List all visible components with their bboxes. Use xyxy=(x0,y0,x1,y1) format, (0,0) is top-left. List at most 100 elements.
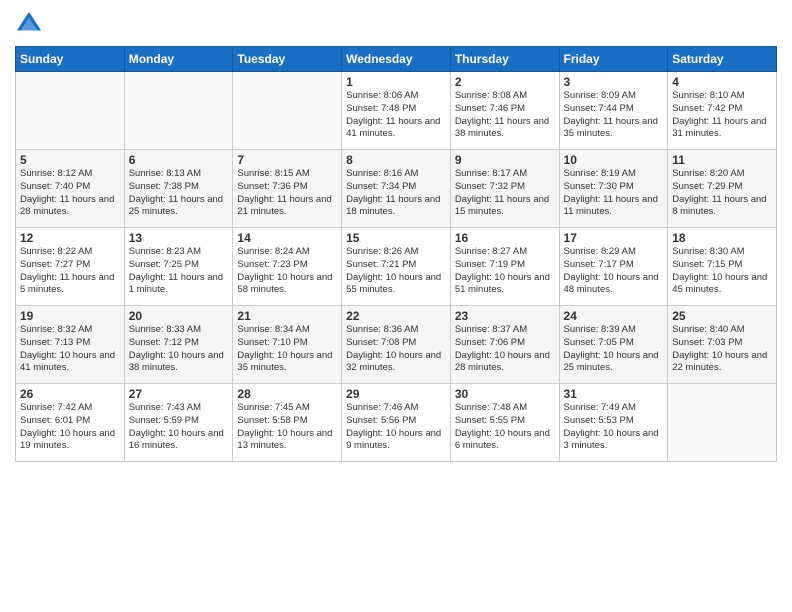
calendar-cell: 26Sunrise: 7:42 AM Sunset: 6:01 PM Dayli… xyxy=(16,384,125,462)
calendar-cell: 15Sunrise: 8:26 AM Sunset: 7:21 PM Dayli… xyxy=(342,228,451,306)
day-number: 3 xyxy=(564,75,664,89)
day-info: Sunrise: 8:26 AM Sunset: 7:21 PM Dayligh… xyxy=(346,246,446,297)
calendar-cell: 16Sunrise: 8:27 AM Sunset: 7:19 PM Dayli… xyxy=(450,228,559,306)
day-info: Sunrise: 8:15 AM Sunset: 7:36 PM Dayligh… xyxy=(237,168,337,219)
day-number: 1 xyxy=(346,75,446,89)
calendar-cell: 7Sunrise: 8:15 AM Sunset: 7:36 PM Daylig… xyxy=(233,150,342,228)
day-number: 22 xyxy=(346,309,446,323)
calendar-cell: 8Sunrise: 8:16 AM Sunset: 7:34 PM Daylig… xyxy=(342,150,451,228)
day-number: 30 xyxy=(455,387,555,401)
calendar-week-3: 12Sunrise: 8:22 AM Sunset: 7:27 PM Dayli… xyxy=(16,228,777,306)
day-info: Sunrise: 7:49 AM Sunset: 5:53 PM Dayligh… xyxy=(564,402,664,453)
day-number: 4 xyxy=(672,75,772,89)
day-info: Sunrise: 8:17 AM Sunset: 7:32 PM Dayligh… xyxy=(455,168,555,219)
day-info: Sunrise: 8:32 AM Sunset: 7:13 PM Dayligh… xyxy=(20,324,120,375)
generalblue-icon xyxy=(15,10,43,38)
day-info: Sunrise: 8:37 AM Sunset: 7:06 PM Dayligh… xyxy=(455,324,555,375)
calendar-cell: 17Sunrise: 8:29 AM Sunset: 7:17 PM Dayli… xyxy=(559,228,668,306)
day-info: Sunrise: 8:12 AM Sunset: 7:40 PM Dayligh… xyxy=(20,168,120,219)
calendar-cell: 25Sunrise: 8:40 AM Sunset: 7:03 PM Dayli… xyxy=(668,306,777,384)
calendar-cell: 4Sunrise: 8:10 AM Sunset: 7:42 PM Daylig… xyxy=(668,72,777,150)
day-info: Sunrise: 7:46 AM Sunset: 5:56 PM Dayligh… xyxy=(346,402,446,453)
day-number: 15 xyxy=(346,231,446,245)
day-number: 18 xyxy=(672,231,772,245)
calendar-cell: 30Sunrise: 7:48 AM Sunset: 5:55 PM Dayli… xyxy=(450,384,559,462)
weekday-header-monday: Monday xyxy=(124,47,233,72)
calendar-cell: 23Sunrise: 8:37 AM Sunset: 7:06 PM Dayli… xyxy=(450,306,559,384)
calendar-cell: 1Sunrise: 8:06 AM Sunset: 7:48 PM Daylig… xyxy=(342,72,451,150)
day-number: 29 xyxy=(346,387,446,401)
calendar-cell: 24Sunrise: 8:39 AM Sunset: 7:05 PM Dayli… xyxy=(559,306,668,384)
day-number: 5 xyxy=(20,153,120,167)
weekday-header-tuesday: Tuesday xyxy=(233,47,342,72)
calendar-cell: 3Sunrise: 8:09 AM Sunset: 7:44 PM Daylig… xyxy=(559,72,668,150)
day-info: Sunrise: 8:06 AM Sunset: 7:48 PM Dayligh… xyxy=(346,90,446,141)
calendar-cell: 31Sunrise: 7:49 AM Sunset: 5:53 PM Dayli… xyxy=(559,384,668,462)
day-number: 14 xyxy=(237,231,337,245)
calendar-cell: 14Sunrise: 8:24 AM Sunset: 7:23 PM Dayli… xyxy=(233,228,342,306)
calendar-week-5: 26Sunrise: 7:42 AM Sunset: 6:01 PM Dayli… xyxy=(16,384,777,462)
calendar-week-1: 1Sunrise: 8:06 AM Sunset: 7:48 PM Daylig… xyxy=(16,72,777,150)
day-info: Sunrise: 8:30 AM Sunset: 7:15 PM Dayligh… xyxy=(672,246,772,297)
calendar-cell: 29Sunrise: 7:46 AM Sunset: 5:56 PM Dayli… xyxy=(342,384,451,462)
calendar-cell xyxy=(233,72,342,150)
calendar-week-2: 5Sunrise: 8:12 AM Sunset: 7:40 PM Daylig… xyxy=(16,150,777,228)
calendar-cell: 11Sunrise: 8:20 AM Sunset: 7:29 PM Dayli… xyxy=(668,150,777,228)
day-number: 12 xyxy=(20,231,120,245)
day-info: Sunrise: 8:34 AM Sunset: 7:10 PM Dayligh… xyxy=(237,324,337,375)
day-number: 16 xyxy=(455,231,555,245)
day-info: Sunrise: 8:19 AM Sunset: 7:30 PM Dayligh… xyxy=(564,168,664,219)
day-number: 31 xyxy=(564,387,664,401)
day-info: Sunrise: 8:09 AM Sunset: 7:44 PM Dayligh… xyxy=(564,90,664,141)
day-number: 19 xyxy=(20,309,120,323)
day-number: 28 xyxy=(237,387,337,401)
calendar-cell: 20Sunrise: 8:33 AM Sunset: 7:12 PM Dayli… xyxy=(124,306,233,384)
day-number: 9 xyxy=(455,153,555,167)
calendar-cell: 18Sunrise: 8:30 AM Sunset: 7:15 PM Dayli… xyxy=(668,228,777,306)
day-info: Sunrise: 8:29 AM Sunset: 7:17 PM Dayligh… xyxy=(564,246,664,297)
day-info: Sunrise: 7:43 AM Sunset: 5:59 PM Dayligh… xyxy=(129,402,229,453)
header xyxy=(15,10,777,38)
day-info: Sunrise: 7:45 AM Sunset: 5:58 PM Dayligh… xyxy=(237,402,337,453)
day-info: Sunrise: 8:36 AM Sunset: 7:08 PM Dayligh… xyxy=(346,324,446,375)
logo xyxy=(15,10,47,38)
weekday-header-sunday: Sunday xyxy=(16,47,125,72)
calendar-cell: 27Sunrise: 7:43 AM Sunset: 5:59 PM Dayli… xyxy=(124,384,233,462)
day-info: Sunrise: 8:08 AM Sunset: 7:46 PM Dayligh… xyxy=(455,90,555,141)
day-number: 20 xyxy=(129,309,229,323)
day-number: 7 xyxy=(237,153,337,167)
calendar-cell: 9Sunrise: 8:17 AM Sunset: 7:32 PM Daylig… xyxy=(450,150,559,228)
day-info: Sunrise: 8:27 AM Sunset: 7:19 PM Dayligh… xyxy=(455,246,555,297)
calendar-cell: 22Sunrise: 8:36 AM Sunset: 7:08 PM Dayli… xyxy=(342,306,451,384)
day-number: 26 xyxy=(20,387,120,401)
day-number: 10 xyxy=(564,153,664,167)
weekday-header-wednesday: Wednesday xyxy=(342,47,451,72)
calendar-cell xyxy=(668,384,777,462)
day-info: Sunrise: 7:42 AM Sunset: 6:01 PM Dayligh… xyxy=(20,402,120,453)
day-number: 6 xyxy=(129,153,229,167)
day-info: Sunrise: 8:10 AM Sunset: 7:42 PM Dayligh… xyxy=(672,90,772,141)
day-info: Sunrise: 8:39 AM Sunset: 7:05 PM Dayligh… xyxy=(564,324,664,375)
calendar-cell: 28Sunrise: 7:45 AM Sunset: 5:58 PM Dayli… xyxy=(233,384,342,462)
day-info: Sunrise: 8:40 AM Sunset: 7:03 PM Dayligh… xyxy=(672,324,772,375)
day-number: 27 xyxy=(129,387,229,401)
calendar-week-4: 19Sunrise: 8:32 AM Sunset: 7:13 PM Dayli… xyxy=(16,306,777,384)
calendar-cell: 2Sunrise: 8:08 AM Sunset: 7:46 PM Daylig… xyxy=(450,72,559,150)
day-info: Sunrise: 8:20 AM Sunset: 7:29 PM Dayligh… xyxy=(672,168,772,219)
day-info: Sunrise: 7:48 AM Sunset: 5:55 PM Dayligh… xyxy=(455,402,555,453)
page: SundayMondayTuesdayWednesdayThursdayFrid… xyxy=(0,0,792,612)
day-info: Sunrise: 8:33 AM Sunset: 7:12 PM Dayligh… xyxy=(129,324,229,375)
day-number: 17 xyxy=(564,231,664,245)
calendar-cell: 13Sunrise: 8:23 AM Sunset: 7:25 PM Dayli… xyxy=(124,228,233,306)
calendar-cell xyxy=(124,72,233,150)
calendar-cell: 12Sunrise: 8:22 AM Sunset: 7:27 PM Dayli… xyxy=(16,228,125,306)
day-number: 24 xyxy=(564,309,664,323)
calendar-cell: 6Sunrise: 8:13 AM Sunset: 7:38 PM Daylig… xyxy=(124,150,233,228)
calendar: SundayMondayTuesdayWednesdayThursdayFrid… xyxy=(15,46,777,462)
calendar-cell: 19Sunrise: 8:32 AM Sunset: 7:13 PM Dayli… xyxy=(16,306,125,384)
day-number: 23 xyxy=(455,309,555,323)
day-info: Sunrise: 8:23 AM Sunset: 7:25 PM Dayligh… xyxy=(129,246,229,297)
day-number: 13 xyxy=(129,231,229,245)
day-info: Sunrise: 8:22 AM Sunset: 7:27 PM Dayligh… xyxy=(20,246,120,297)
day-number: 11 xyxy=(672,153,772,167)
